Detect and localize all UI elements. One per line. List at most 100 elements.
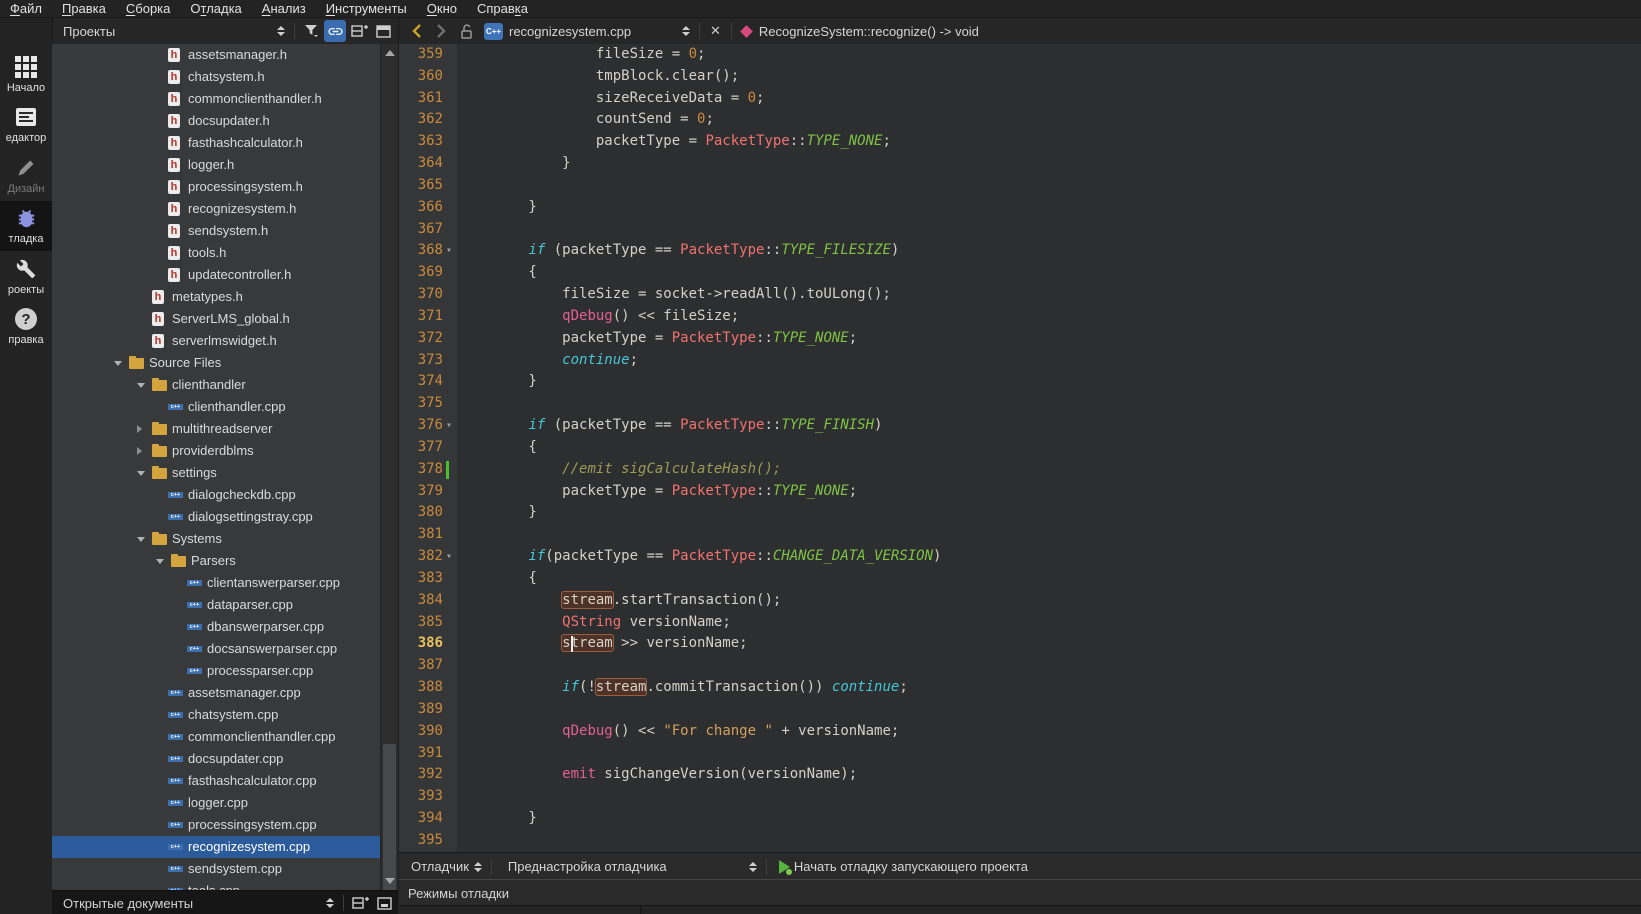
code-line-385[interactable]: QString versionName; — [457, 612, 1641, 634]
menu-item-6[interactable]: Окно — [417, 0, 467, 17]
tree-item-clienthandler[interactable]: clienthandler — [52, 374, 380, 396]
sync-with-editor-link-icon[interactable] — [324, 20, 346, 42]
code-line-373[interactable]: continue; — [457, 350, 1641, 372]
code-line-382[interactable]: if(packetType == PacketType::CHANGE_DATA… — [457, 546, 1641, 568]
start-debug-icon[interactable] — [779, 860, 790, 874]
unlocked-padlock-icon[interactable] — [459, 23, 475, 39]
code-line-366[interactable]: } — [457, 197, 1641, 219]
fold-marker-icon[interactable]: ▾ — [443, 546, 455, 568]
tree-item-dbanswerparser.cpp[interactable]: dbanswerparser.cpp — [52, 616, 380, 638]
tree-item-clientanswerparser.cpp[interactable]: clientanswerparser.cpp — [52, 572, 380, 594]
panel-combo-arrows-icon[interactable] — [277, 26, 285, 36]
sidebar-mode-item-4[interactable]: роекты — [0, 251, 52, 301]
code-line-379[interactable]: packetType = PacketType::TYPE_NONE; — [457, 481, 1641, 503]
tree-item-Parsers[interactable]: Parsers — [52, 550, 380, 572]
code-line-360[interactable]: tmpBlock.clear(); — [457, 66, 1641, 88]
code-line-370[interactable]: fileSize = socket->readAll().toULong(); — [457, 284, 1641, 306]
scrollbar-thumb[interactable] — [383, 744, 396, 912]
code-line-387[interactable] — [457, 655, 1641, 677]
tree-item-fasthashcalculator.cpp[interactable]: fasthashcalculator.cpp — [52, 770, 380, 792]
expand-open-icon[interactable] — [156, 559, 164, 564]
sidebar-mode-item-3[interactable]: тладка — [0, 201, 52, 251]
menu-item-3[interactable]: Отладка — [180, 0, 251, 17]
tree-item-assetsmanager.cpp[interactable]: assetsmanager.cpp — [52, 682, 380, 704]
navigate-back-icon[interactable] — [410, 23, 426, 39]
file-combo-arrows-icon[interactable] — [682, 26, 690, 36]
open-documents-title[interactable]: Открытые документы — [52, 896, 321, 911]
code-line-394[interactable]: } — [457, 808, 1641, 830]
tree-scrollbar[interactable] — [381, 44, 398, 890]
code-line-383[interactable]: { — [457, 568, 1641, 590]
tree-item-chatsystem.cpp[interactable]: chatsystem.cpp — [52, 704, 380, 726]
code-line-371[interactable]: qDebug() << fileSize; — [457, 306, 1641, 328]
sidebar-mode-item-5[interactable]: ?правка — [0, 302, 52, 352]
menu-item-1[interactable]: Правка — [52, 0, 116, 17]
code-line-380[interactable]: } — [457, 502, 1641, 524]
tree-item-assetsmanager.h[interactable]: hassetsmanager.h — [52, 44, 380, 66]
code-line-374[interactable]: } — [457, 371, 1641, 393]
tree-item-multithreadserver[interactable]: multithreadserver — [52, 418, 380, 440]
code-line-375[interactable] — [457, 393, 1641, 415]
tree-item-recognizesystem.h[interactable]: hrecognizesystem.h — [52, 198, 380, 220]
menu-item-7[interactable]: Справка — [467, 0, 538, 17]
tree-item-docsanswerparser.cpp[interactable]: docsanswerparser.cpp — [52, 638, 380, 660]
tree-item-sendsystem.cpp[interactable]: sendsystem.cpp — [52, 858, 380, 880]
code-line-391[interactable] — [457, 743, 1641, 765]
debugger-combo[interactable]: Отладчик — [399, 859, 469, 874]
menu-item-4[interactable]: Анализ — [252, 0, 316, 17]
code-line-364[interactable]: } — [457, 153, 1641, 175]
expand-closed-icon[interactable] — [137, 447, 142, 455]
code-line-393[interactable] — [457, 786, 1641, 808]
debugger-combo-arrows-icon[interactable] — [474, 862, 482, 872]
filter-icon[interactable] — [300, 20, 322, 42]
code-line-361[interactable]: sizeReceiveData = 0; — [457, 88, 1641, 110]
expand-open-icon[interactable] — [137, 471, 145, 476]
preset-combo-arrows-icon[interactable] — [749, 862, 757, 872]
tree-item-processingsystem.h[interactable]: hprocessingsystem.h — [52, 176, 380, 198]
tree-item-dialogcheckdb.cpp[interactable]: dialogcheckdb.cpp — [52, 484, 380, 506]
code-editor[interactable]: 359360361362363364365366367368▾369370371… — [398, 44, 1641, 852]
code-line-388[interactable]: if(!stream.commitTransaction()) continue… — [457, 677, 1641, 699]
tree-item-clienthandler.cpp[interactable]: clienthandler.cpp — [52, 396, 380, 418]
tree-item-processparser.cpp[interactable]: processparser.cpp — [52, 660, 380, 682]
code-line-389[interactable] — [457, 699, 1641, 721]
tree-item-chatsystem.h[interactable]: hchatsystem.h — [52, 66, 380, 88]
fold-marker-icon[interactable]: ▾ — [443, 415, 455, 437]
code-line-362[interactable]: countSend = 0; — [457, 109, 1641, 131]
tree-item-Systems[interactable]: Systems — [52, 528, 380, 550]
panel-title[interactable]: Проекты — [52, 24, 272, 39]
scroll-down-icon[interactable] — [385, 878, 395, 884]
code-area[interactable]: fileSize = 0; tmpBlock.clear(); sizeRece… — [457, 44, 1641, 852]
tree-item-metatypes.h[interactable]: hmetatypes.h — [52, 286, 380, 308]
split-docs-icon[interactable] — [349, 892, 371, 914]
code-line-395[interactable] — [457, 830, 1641, 852]
code-line-367[interactable] — [457, 219, 1641, 241]
code-line-386[interactable]: stream >> versionName; — [457, 633, 1641, 655]
tree-item-commonclienthandler.cpp[interactable]: commonclienthandler.cpp — [52, 726, 380, 748]
code-line-381[interactable] — [457, 524, 1641, 546]
code-line-376[interactable]: if (packetType == PacketType::TYPE_FINIS… — [457, 415, 1641, 437]
expand-open-icon[interactable] — [114, 361, 122, 366]
tree-item-tools.h[interactable]: htools.h — [52, 242, 380, 264]
menu-item-0[interactable]: Файл — [0, 0, 52, 17]
open-file-name[interactable]: recognizesystem.cpp — [509, 24, 677, 39]
close-panel-icon[interactable] — [372, 20, 394, 42]
open-docs-combo-arrows-icon[interactable] — [326, 898, 334, 908]
close-document-icon[interactable]: ✕ — [704, 23, 727, 39]
tree-item-commonclienthandler.h[interactable]: hcommonclienthandler.h — [52, 88, 380, 110]
tree-item-docsupdater.h[interactable]: hdocsupdater.h — [52, 110, 380, 132]
start-debug-label[interactable]: Начать отладку запускающего проекта — [794, 859, 1028, 874]
code-line-363[interactable]: packetType = PacketType::TYPE_NONE; — [457, 131, 1641, 153]
tree-item-dialogsettingstray.cpp[interactable]: dialogsettingstray.cpp — [52, 506, 380, 528]
tree-item-fasthashcalculator.h[interactable]: hfasthashcalculator.h — [52, 132, 380, 154]
code-line-390[interactable]: qDebug() << "For change " + versionName; — [457, 721, 1641, 743]
tree-item-docsupdater.cpp[interactable]: docsupdater.cpp — [52, 748, 380, 770]
code-line-369[interactable]: { — [457, 262, 1641, 284]
split-panel-icon[interactable] — [348, 20, 370, 42]
tree-item-Source Files[interactable]: Source Files — [52, 352, 380, 374]
sidebar-mode-item-2[interactable]: Дизайн — [0, 150, 52, 200]
sidebar-mode-item-0[interactable]: Начало — [0, 49, 52, 99]
current-symbol[interactable]: RecognizeSystem::recognize() -> void — [759, 24, 979, 39]
navigate-forward-icon[interactable] — [432, 23, 448, 39]
fold-marker-icon[interactable]: ▾ — [443, 240, 455, 262]
